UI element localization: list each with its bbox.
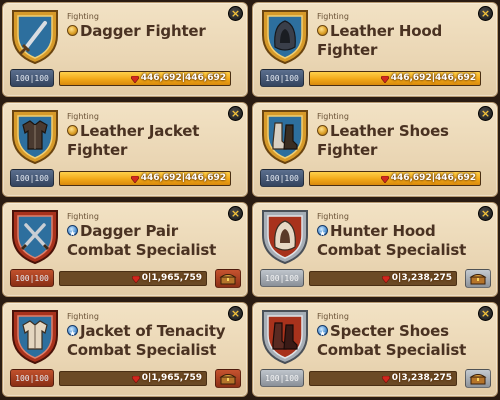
category-label: Fighting	[317, 112, 349, 121]
gold-shield-jacket-icon	[9, 107, 61, 165]
gem-icon	[381, 375, 390, 383]
silver-shield-hood-icon	[259, 207, 311, 265]
achievement-title: Dagger Fighter	[67, 22, 232, 41]
treasure-chest-icon	[219, 374, 237, 385]
achievement-card[interactable]: Fighting ★ Hunter Hood Combat Specialist …	[252, 202, 498, 297]
progress-text: 446,692|446,692	[140, 173, 226, 183]
achievement-card[interactable]: Fighting ★ Jacket of Tenacity Combat Spec…	[2, 302, 248, 397]
close-icon[interactable]: ×	[478, 306, 493, 321]
reward-button[interactable]	[215, 369, 241, 388]
category-label: Fighting	[67, 112, 99, 121]
level-badge: 100|100	[260, 169, 304, 187]
level-badge: 100|100	[260, 269, 304, 287]
achievement-card[interactable]: Fighting ★ Specter Shoes Combat Specialis…	[252, 302, 498, 397]
blue-star-rank-icon: ★	[67, 225, 78, 238]
gold-shield-dagger-icon	[9, 7, 61, 65]
gold-rank-icon	[317, 125, 328, 136]
progress-text: 446,692|446,692	[390, 73, 476, 83]
close-icon[interactable]: ×	[228, 206, 243, 221]
reward-button[interactable]	[465, 369, 491, 388]
treasure-chest-icon	[469, 274, 487, 285]
achievement-title: Leather Hood Fighter	[317, 22, 442, 59]
achievement-title: ★ Jacket of Tenacity Combat Specialist	[67, 322, 226, 359]
level-badge: 100|100	[10, 69, 54, 87]
category-label: Fighting	[317, 312, 349, 321]
gem-icon	[130, 175, 139, 183]
category-label: Fighting	[317, 212, 349, 221]
achievement-card[interactable]: Fighting ★ Dagger Pair Combat Specialist …	[2, 202, 248, 297]
gold-shield-shoes-icon	[259, 107, 311, 165]
treasure-chest-icon	[469, 374, 487, 385]
close-icon[interactable]: ×	[478, 6, 493, 21]
category-label: Fighting	[67, 312, 99, 321]
category-label: Fighting	[67, 12, 99, 21]
progress-text: 0|3,238,275	[391, 373, 452, 383]
achievement-title: ★ Specter Shoes Combat Specialist	[317, 322, 467, 359]
level-badge: 100|100	[260, 69, 304, 87]
silver-shield-shoes-icon	[259, 307, 311, 365]
close-icon[interactable]: ×	[228, 6, 243, 21]
achievement-title: ★ Dagger Pair Combat Specialist	[67, 222, 217, 259]
gem-icon	[381, 275, 390, 283]
blue-star-rank-icon: ★	[317, 225, 328, 238]
progress-text: 0|3,238,275	[391, 273, 452, 283]
red-shield-dagger-pair-icon	[9, 207, 61, 265]
category-label: Fighting	[317, 12, 349, 21]
gem-icon	[131, 375, 140, 383]
gem-icon	[130, 75, 139, 83]
level-badge: 100|100	[260, 369, 304, 387]
progress-bar: 446,692|446,692	[59, 171, 231, 186]
achievement-title: Leather Shoes Fighter	[317, 122, 449, 159]
progress-bar: 446,692|446,692	[309, 171, 481, 186]
progress-text: 0|1,965,759	[141, 273, 202, 283]
achievement-card[interactable]: Fighting Leather Jacket Fighter × 100|10…	[2, 102, 248, 197]
progress-bar: 446,692|446,692	[59, 71, 231, 86]
gem-icon	[380, 175, 389, 183]
category-label: Fighting	[67, 212, 99, 221]
close-icon[interactable]: ×	[478, 106, 493, 121]
progress-bar: 0|3,238,275	[309, 271, 457, 286]
gem-icon	[131, 275, 140, 283]
achievement-title: Leather Jacket Fighter	[67, 122, 200, 159]
achievement-card[interactable]: Fighting Dagger Fighter × 100|100 446,69…	[2, 2, 248, 97]
blue-star-rank-icon: ★	[317, 325, 328, 338]
reward-button[interactable]	[465, 269, 491, 288]
progress-text: 0|1,965,759	[141, 373, 202, 383]
progress-bar: 0|1,965,759	[59, 271, 207, 286]
achievement-card[interactable]: Fighting Leather Shoes Fighter × 100|100…	[252, 102, 498, 197]
blue-star-rank-icon: ★	[67, 325, 78, 338]
close-icon[interactable]: ×	[228, 106, 243, 121]
progress-bar: 0|1,965,759	[59, 371, 207, 386]
gold-rank-icon	[67, 25, 78, 36]
reward-button[interactable]	[215, 269, 241, 288]
achievement-card[interactable]: Fighting Leather Hood Fighter × 100|100 …	[252, 2, 498, 97]
gold-rank-icon	[67, 125, 78, 136]
progress-text: 446,692|446,692	[140, 73, 226, 83]
close-icon[interactable]: ×	[228, 306, 243, 321]
gold-shield-hood-icon	[259, 7, 311, 65]
progress-bar: 446,692|446,692	[309, 71, 481, 86]
level-badge: 100|100	[10, 269, 54, 287]
progress-text: 446,692|446,692	[390, 173, 476, 183]
progress-bar: 0|3,238,275	[309, 371, 457, 386]
achievement-grid: Fighting Dagger Fighter × 100|100 446,69…	[0, 0, 500, 400]
achievement-title: ★ Hunter Hood Combat Specialist	[317, 222, 467, 259]
treasure-chest-icon	[219, 274, 237, 285]
gem-icon	[380, 75, 389, 83]
close-icon[interactable]: ×	[478, 206, 493, 221]
gold-rank-icon	[317, 25, 328, 36]
red-shield-jacket-icon	[9, 307, 61, 365]
level-badge: 100|100	[10, 169, 54, 187]
level-badge: 100|100	[10, 369, 54, 387]
